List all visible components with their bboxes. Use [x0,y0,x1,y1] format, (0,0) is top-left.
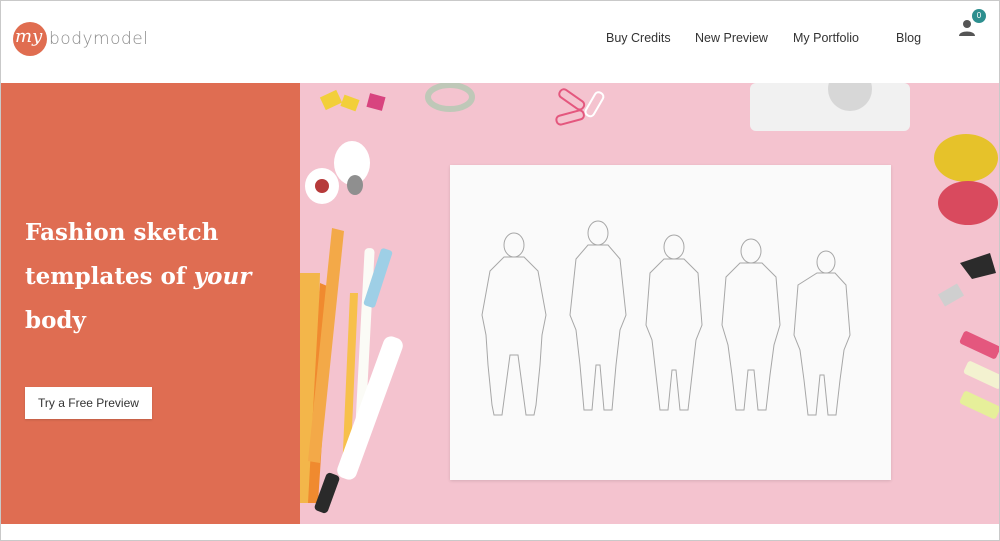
account-button[interactable]: 0 [958,9,988,39]
logo[interactable]: my bodymodel [13,21,148,57]
hero-photo [300,83,999,524]
hero-left-panel: Fashion sketch templates of your body Tr… [1,83,300,524]
headline-part-2: body [25,307,86,334]
try-free-preview-button[interactable]: Try a Free Preview [25,387,152,419]
nav-buy-credits[interactable]: Buy Credits [606,31,671,45]
sketch-paper [450,165,891,480]
body-figure-sketch [481,220,851,416]
nav-new-preview[interactable]: New Preview [695,31,768,45]
hero-headline: Fashion sketch templates of your body [25,211,285,343]
headline-emphasis: your [193,263,252,290]
logo-my: my [15,26,43,47]
below-hero-strip [1,524,999,540]
logo-circle: my [13,22,47,56]
logo-text: bodymodel [49,29,149,49]
user-icon [959,20,975,36]
site-header: my bodymodel Buy Credits New Preview My … [1,1,999,83]
nav-my-portfolio[interactable]: My Portfolio [793,31,859,45]
hero: Fashion sketch templates of your body Tr… [1,83,999,524]
headline-part-1: Fashion sketch templates of [25,219,219,290]
nav-blog[interactable]: Blog [896,31,921,45]
cart-count-badge: 0 [972,9,986,23]
